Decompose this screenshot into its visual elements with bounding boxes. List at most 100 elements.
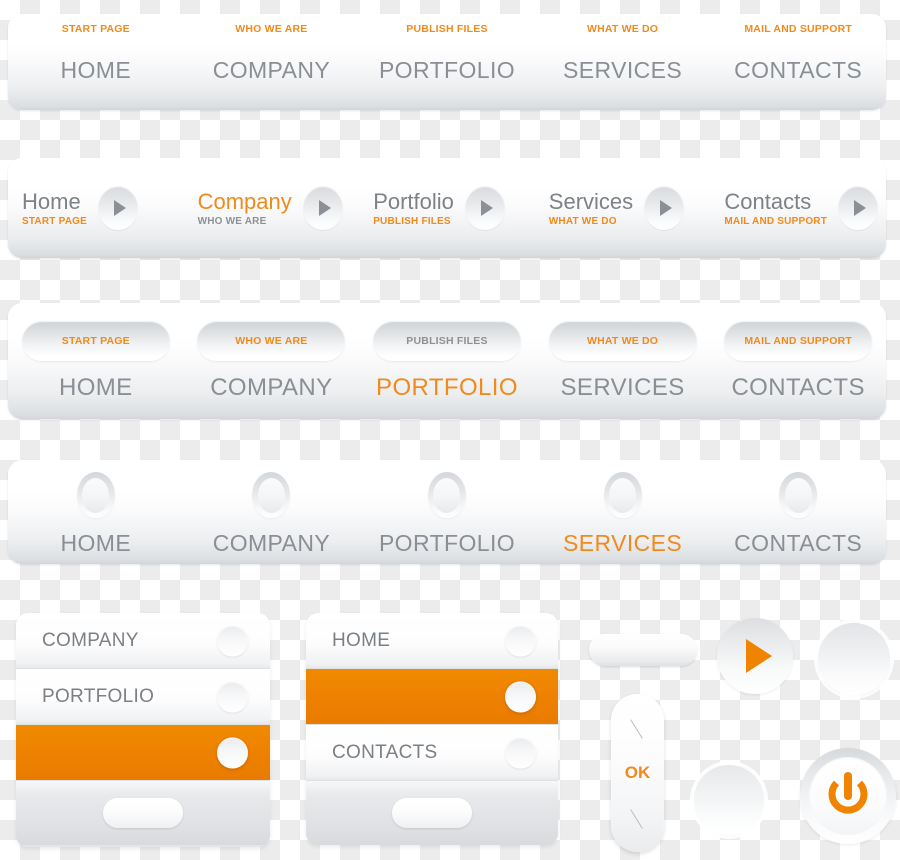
navbar2-label: Services [548, 189, 634, 214]
ok-slider-label: OK [624, 763, 651, 782]
oval-ring-icon [252, 472, 291, 518]
navbar1-item-contacts[interactable]: MAIL AND SUPPORT CONTACTS [710, 14, 886, 110]
list-item[interactable]: COMPANY [16, 613, 270, 669]
navbar3-item-services[interactable]: WHAT WE DO SERVICES [535, 303, 711, 419]
play-triangle-icon[interactable] [97, 186, 138, 230]
navbar3-label: HOME [58, 374, 133, 401]
navbar3-pill-tab[interactable]: START PAGE [21, 321, 170, 361]
navbar4-item-portfolio[interactable]: PORTFOLIO [359, 460, 535, 564]
navbar3-sublabel: MAIL AND SUPPORT [744, 335, 852, 347]
power-button[interactable] [800, 748, 896, 844]
list-item[interactable]: PORTFOLIO [16, 669, 270, 725]
list-item-active[interactable] [16, 725, 270, 781]
navbar3-pill-tab[interactable]: MAIL AND SUPPORT [724, 321, 873, 361]
navbar4-label: HOME [60, 530, 132, 556]
navbar2-sublabel: START PAGE [22, 216, 87, 227]
navbar4-item-company[interactable]: COMPANY [184, 460, 360, 564]
navbar3-pill-tab[interactable]: WHO WE ARE [197, 321, 346, 361]
play-triangle-icon[interactable] [838, 186, 879, 230]
navbar1-label: CONTACTS [734, 57, 863, 83]
navbar2-item-contacts[interactable]: Contacts MAIL AND SUPPORT [710, 186, 886, 230]
pill-button[interactable] [589, 634, 697, 666]
play-triangle-icon[interactable] [464, 186, 505, 230]
slash-mark-icon [629, 719, 643, 739]
navbar2-label: Contacts [724, 189, 812, 214]
navbar2-sublabel: WHAT WE DO [548, 216, 617, 227]
panel-footer [306, 781, 558, 845]
navbar1-sublabel: WHAT WE DO [586, 23, 659, 35]
navbar4-label: COMPANY [212, 530, 331, 556]
navbar2-item-company[interactable]: Company WHO WE ARE [184, 186, 360, 230]
toggle-list-panel: HOME CONTACTS [306, 613, 558, 845]
navbar2-sublabel: PUBLISH FILES [373, 216, 451, 227]
play-button[interactable] [717, 618, 793, 694]
navbar3-label: COMPANY [210, 374, 333, 401]
navbar3-sublabel: WHAT WE DO [586, 335, 659, 347]
list-item-label: PORTFOLIO [42, 685, 155, 707]
toggle-knob[interactable] [505, 625, 536, 656]
toggle-knob[interactable] [505, 737, 536, 768]
navbar3-item-company[interactable]: WHO WE ARE COMPANY [184, 303, 360, 419]
navbar1-item-company[interactable]: WHO WE ARE COMPANY [184, 14, 360, 110]
navbar1-item-home[interactable]: START PAGE HOME [8, 14, 184, 110]
play-triangle-icon[interactable] [644, 186, 685, 230]
navbar2-label: Company [197, 189, 292, 214]
navbar3-item-home[interactable]: START PAGE HOME [8, 303, 184, 419]
navbar2-sublabel: MAIL AND SUPPORT [724, 216, 828, 227]
navbar3-label: PORTFOLIO [376, 374, 518, 401]
navbar1-sublabel: START PAGE [61, 23, 130, 35]
toggle-knob[interactable] [217, 737, 248, 768]
play-triangle-icon[interactable] [302, 186, 343, 230]
navbar1-label: SERVICES [563, 57, 683, 83]
navbar3-sublabel: PUBLISH FILES [406, 335, 488, 347]
navbar-with-pill-tabs: START PAGE HOME WHO WE ARE COMPANY PUBLI… [8, 303, 886, 419]
circle-button[interactable] [694, 765, 764, 835]
navbar4-label: SERVICES [563, 530, 683, 556]
oval-ring-icon [603, 472, 642, 518]
play-triangle-icon [746, 639, 772, 673]
navbar4-item-home[interactable]: HOME [8, 460, 184, 564]
toggle-list-panel: COMPANY PORTFOLIO [16, 613, 270, 847]
toggle-knob[interactable] [505, 681, 536, 712]
navbar2-label: Portfolio [373, 189, 454, 214]
oval-ring-icon [427, 472, 466, 518]
navbar3-item-portfolio[interactable]: PUBLISH FILES PORTFOLIO [359, 303, 535, 419]
navbar1-label: HOME [60, 57, 132, 83]
navbar1-label: COMPANY [212, 57, 331, 83]
navbar1-item-services[interactable]: WHAT WE DO SERVICES [535, 14, 711, 110]
navbar3-pill-tab[interactable]: WHAT WE DO [548, 321, 697, 361]
navbar3-item-contacts[interactable]: MAIL AND SUPPORT CONTACTS [710, 303, 886, 419]
list-item-active[interactable] [306, 669, 558, 725]
slash-mark-icon [629, 809, 643, 829]
navbar2-item-services[interactable]: Services WHAT WE DO [535, 186, 711, 230]
list-item-label: CONTACTS [332, 741, 438, 763]
oval-ring-icon [779, 472, 818, 518]
navbar2-sublabel: WHO WE ARE [197, 216, 267, 227]
navbar3-sublabel: WHO WE ARE [235, 335, 308, 347]
navbar3-sublabel: START PAGE [61, 335, 130, 347]
navbar-simple: START PAGE HOME WHO WE ARE COMPANY PUBLI… [8, 14, 886, 110]
navbar2-item-portfolio[interactable]: Portfolio PUBLISH FILES [359, 186, 535, 230]
navbar4-item-contacts[interactable]: CONTACTS [710, 460, 886, 564]
ok-slider[interactable]: OK [611, 694, 664, 852]
navbar4-label: PORTFOLIO [378, 530, 516, 556]
panel-footer [16, 781, 270, 845]
toggle-knob[interactable] [217, 681, 248, 712]
toggle-knob[interactable] [217, 625, 248, 656]
circle-button[interactable] [818, 623, 890, 695]
oval-ring-icon [76, 472, 115, 518]
panel-footer-button[interactable] [392, 798, 472, 828]
navbar1-item-portfolio[interactable]: PUBLISH FILES PORTFOLIO [359, 14, 535, 110]
list-item[interactable]: HOME [306, 613, 558, 669]
ui-kit-canvas: START PAGE HOME WHO WE ARE COMPANY PUBLI… [0, 0, 900, 860]
panel-footer-button[interactable] [103, 798, 183, 828]
navbar3-pill-tab[interactable]: PUBLISH FILES [372, 321, 521, 361]
navbar1-sublabel: PUBLISH FILES [406, 23, 488, 35]
navbar1-label: PORTFOLIO [378, 57, 516, 83]
navbar3-label: SERVICES [560, 374, 685, 401]
list-item[interactable]: CONTACTS [306, 725, 558, 781]
navbar4-item-services[interactable]: SERVICES [535, 460, 711, 564]
navbar2-label: Home [22, 189, 81, 214]
navbar1-sublabel: WHO WE ARE [235, 23, 308, 35]
navbar2-item-home[interactable]: Home START PAGE [8, 186, 184, 230]
